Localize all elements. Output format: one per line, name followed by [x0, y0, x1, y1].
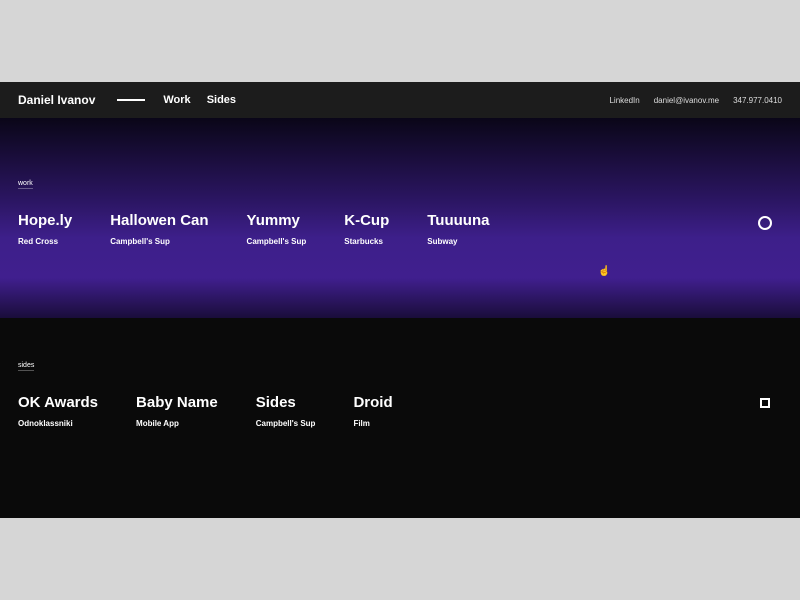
item-subtitle: Film — [353, 419, 392, 428]
item-title: Hope.ly — [18, 212, 72, 229]
nav-work[interactable]: Work — [163, 94, 190, 106]
item-subtitle: Starbucks — [344, 237, 389, 246]
contact-links: LinkedIn daniel@ivanov.me 347.977.0410 — [609, 96, 782, 105]
item-subtitle: Campbell's Sup — [247, 237, 307, 246]
item-title: Yummy — [247, 212, 307, 229]
item-subtitle: Red Cross — [18, 237, 72, 246]
item-title: Droid — [353, 394, 392, 411]
divider-line — [117, 99, 145, 101]
header: Daniel Ivanov Work Sides LinkedIn daniel… — [0, 82, 800, 118]
work-item[interactable]: Tuuuuna Subway — [427, 212, 489, 246]
section-work: work Hope.ly Red Cross Hallowen Can Camp… — [0, 118, 800, 318]
circle-icon — [758, 216, 772, 230]
item-title: Sides — [256, 394, 316, 411]
linkedin-link[interactable]: LinkedIn — [609, 96, 639, 105]
item-subtitle: Campbell's Sup — [256, 419, 316, 428]
nav-sides[interactable]: Sides — [207, 94, 236, 106]
work-item[interactable]: Yummy Campbell's Sup — [247, 212, 307, 246]
section-label-sides: sides — [18, 362, 34, 369]
item-subtitle: Mobile App — [136, 419, 218, 428]
brand-name[interactable]: Daniel Ivanov — [18, 93, 95, 107]
section-sides: sides OK Awards Odnoklassniki Baby Name … — [0, 318, 800, 518]
work-item[interactable]: Hope.ly Red Cross — [18, 212, 72, 246]
sides-items: OK Awards Odnoklassniki Baby Name Mobile… — [18, 318, 782, 428]
item-title: Hallowen Can — [110, 212, 208, 229]
item-subtitle: Campbell's Sup — [110, 237, 208, 246]
pointer-cursor-icon: ☝ — [598, 266, 610, 277]
app-frame: Daniel Ivanov Work Sides LinkedIn daniel… — [0, 82, 800, 518]
section-label-work: work — [18, 180, 33, 187]
nav: Work Sides — [163, 94, 236, 106]
sides-item[interactable]: Baby Name Mobile App — [136, 394, 218, 428]
item-subtitle: Odnoklassniki — [18, 419, 98, 428]
square-icon — [760, 398, 770, 408]
sides-item[interactable]: Sides Campbell's Sup — [256, 394, 316, 428]
item-title: K-Cup — [344, 212, 389, 229]
email-link[interactable]: daniel@ivanov.me — [654, 96, 719, 105]
item-title: Tuuuuna — [427, 212, 489, 229]
phone-link[interactable]: 347.977.0410 — [733, 96, 782, 105]
item-title: OK Awards — [18, 394, 98, 411]
item-title: Baby Name — [136, 394, 218, 411]
work-item[interactable]: K-Cup Starbucks — [344, 212, 389, 246]
work-items: Hope.ly Red Cross Hallowen Can Campbell'… — [18, 118, 782, 246]
work-item[interactable]: Hallowen Can Campbell's Sup — [110, 212, 208, 246]
sides-item[interactable]: Droid Film — [353, 394, 392, 428]
sides-item[interactable]: OK Awards Odnoklassniki — [18, 394, 98, 428]
item-subtitle: Subway — [427, 237, 489, 246]
